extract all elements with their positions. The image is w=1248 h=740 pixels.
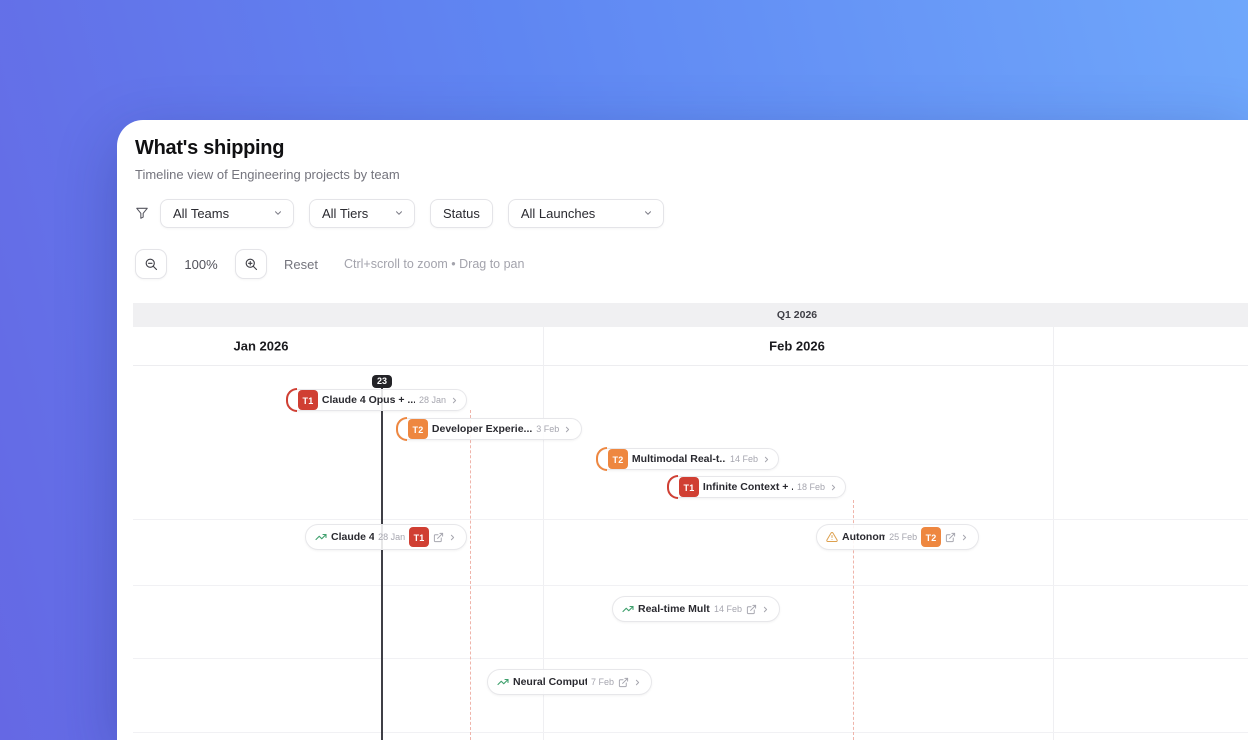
launch-item[interactable]: Claude 4 ... 28 Jan T1 — [305, 524, 467, 550]
row-divider — [133, 519, 1248, 520]
bar-date: 14 Feb — [729, 454, 758, 464]
reset-zoom-button[interactable]: Reset — [284, 257, 318, 272]
tiers-filter-value: All Tiers — [322, 205, 369, 221]
pan-zoom-hint: Ctrl+scroll to zoom • Drag to pan — [343, 257, 525, 271]
launch-date: 25 Feb — [889, 532, 918, 542]
status-filter-label: Status — [443, 205, 480, 221]
trending-up-icon — [497, 676, 509, 688]
chevron-down-icon — [643, 208, 653, 218]
zoom-level: 100% — [184, 256, 218, 272]
page-header: What's shipping Timeline view of Enginee… — [117, 120, 1248, 182]
launch-date: 28 Jan — [378, 532, 406, 542]
row-divider — [133, 658, 1248, 659]
teams-filter-value: All Teams — [173, 205, 230, 221]
quarter-label: Q1 2026 — [776, 309, 818, 321]
launch-label: Neural Computer... — [513, 676, 587, 688]
zoom-out-button[interactable] — [135, 249, 167, 279]
launch-label: Claude 4 ... — [331, 531, 375, 543]
trending-up-icon — [315, 531, 327, 543]
timeline-bar[interactable]: T1 Infinite Context + ... 18 Feb — [667, 475, 846, 499]
external-link-icon — [746, 604, 757, 615]
chevron-right-icon — [762, 455, 771, 464]
bar-start-arc — [596, 447, 607, 471]
funnel-icon — [135, 206, 149, 220]
tier-badge: T1 — [679, 477, 699, 497]
launches-filter-select[interactable]: All Launches — [507, 198, 664, 228]
chevron-down-icon — [394, 208, 404, 218]
bar-date: 18 Feb — [796, 482, 825, 492]
month-header-row: Jan 2026 Feb 2026 — [133, 327, 1248, 366]
chevron-right-icon — [761, 605, 770, 614]
filter-bar: All Teams All Tiers Status All Launches — [117, 182, 1248, 228]
timeline-bar[interactable]: T2 Multimodal Real-t... 14 Feb — [596, 447, 779, 471]
bar-start-arc — [667, 475, 678, 499]
timeline-bar[interactable]: T2 Developer Experie... 3 Feb — [396, 417, 582, 441]
timeline-bar[interactable]: T1 Claude 4 Opus + ... 28 Jan — [286, 388, 467, 412]
today-marker-line — [381, 379, 383, 740]
bar-date: 28 Jan — [418, 395, 446, 405]
external-link-icon — [618, 677, 629, 688]
bar-label: Developer Experie... — [431, 423, 533, 435]
chevron-right-icon — [960, 533, 969, 542]
launches-filter-value: All Launches — [520, 205, 596, 221]
launch-label: Autonomo... — [842, 531, 886, 543]
magnifier-minus-icon — [144, 257, 159, 272]
tier-badge: T1 — [298, 390, 318, 410]
magnifier-plus-icon — [244, 257, 259, 272]
tier-badge: T2 — [921, 527, 941, 547]
chevron-right-icon — [829, 483, 838, 492]
chevron-right-icon — [450, 396, 459, 405]
alert-triangle-icon — [826, 531, 838, 543]
external-link-icon — [945, 532, 956, 543]
chevron-right-icon — [563, 425, 572, 434]
page-title: What's shipping — [135, 137, 285, 159]
page-subtitle: Timeline view of Engineering projects by… — [135, 167, 400, 182]
teams-filter-select[interactable]: All Teams — [160, 198, 294, 228]
launch-item[interactable]: Real-time Multi... 14 Feb — [612, 596, 780, 622]
whats-shipping-panel: What's shipping Timeline view of Enginee… — [117, 120, 1248, 740]
today-marker-badge: 23 — [371, 375, 393, 388]
launch-item[interactable]: Autonomo... 25 Feb T2 — [816, 524, 979, 550]
bar-label: Claude 4 Opus + ... — [321, 394, 415, 406]
quarter-header-band: Q1 2026 — [133, 303, 1248, 327]
bar-start-arc — [286, 388, 297, 412]
tier-badge: T2 — [408, 419, 428, 439]
zoom-toolbar: 100% Reset Ctrl+scroll to zoom • Drag to… — [117, 228, 1248, 280]
status-filter-button[interactable]: Status — [430, 198, 493, 228]
tier-badge: T2 — [608, 449, 628, 469]
month-label-feb: Feb 2026 — [769, 338, 825, 354]
bar-label: Infinite Context + ... — [702, 481, 793, 493]
milestone-date-line — [470, 410, 471, 740]
bar-start-arc — [396, 417, 407, 441]
timeline-chart[interactable]: 23 T1 Claude 4 Opus + ... 28 Jan T2 Deve… — [133, 365, 1248, 740]
row-divider — [133, 585, 1248, 586]
tiers-filter-select[interactable]: All Tiers — [309, 198, 415, 228]
month-label-jan: Jan 2026 — [233, 338, 289, 354]
chevron-right-icon — [448, 533, 457, 542]
zoom-in-button[interactable] — [235, 249, 267, 279]
tier-badge: T1 — [409, 527, 429, 547]
chevron-right-icon — [633, 678, 642, 687]
launch-label: Real-time Multi... — [638, 603, 710, 615]
external-link-icon — [433, 532, 444, 543]
launch-item[interactable]: Neural Computer... 7 Feb — [487, 669, 652, 695]
row-divider — [133, 732, 1248, 733]
launch-date: 14 Feb — [713, 604, 742, 614]
trending-up-icon — [622, 603, 634, 615]
bar-date: 3 Feb — [536, 424, 560, 434]
bar-label: Multimodal Real-t... — [631, 453, 726, 465]
chevron-down-icon — [273, 208, 283, 218]
timeline: Q1 2026 Jan 2026 Feb 2026 23 T1 Claude 4… — [133, 303, 1248, 740]
launch-date: 7 Feb — [590, 677, 614, 687]
